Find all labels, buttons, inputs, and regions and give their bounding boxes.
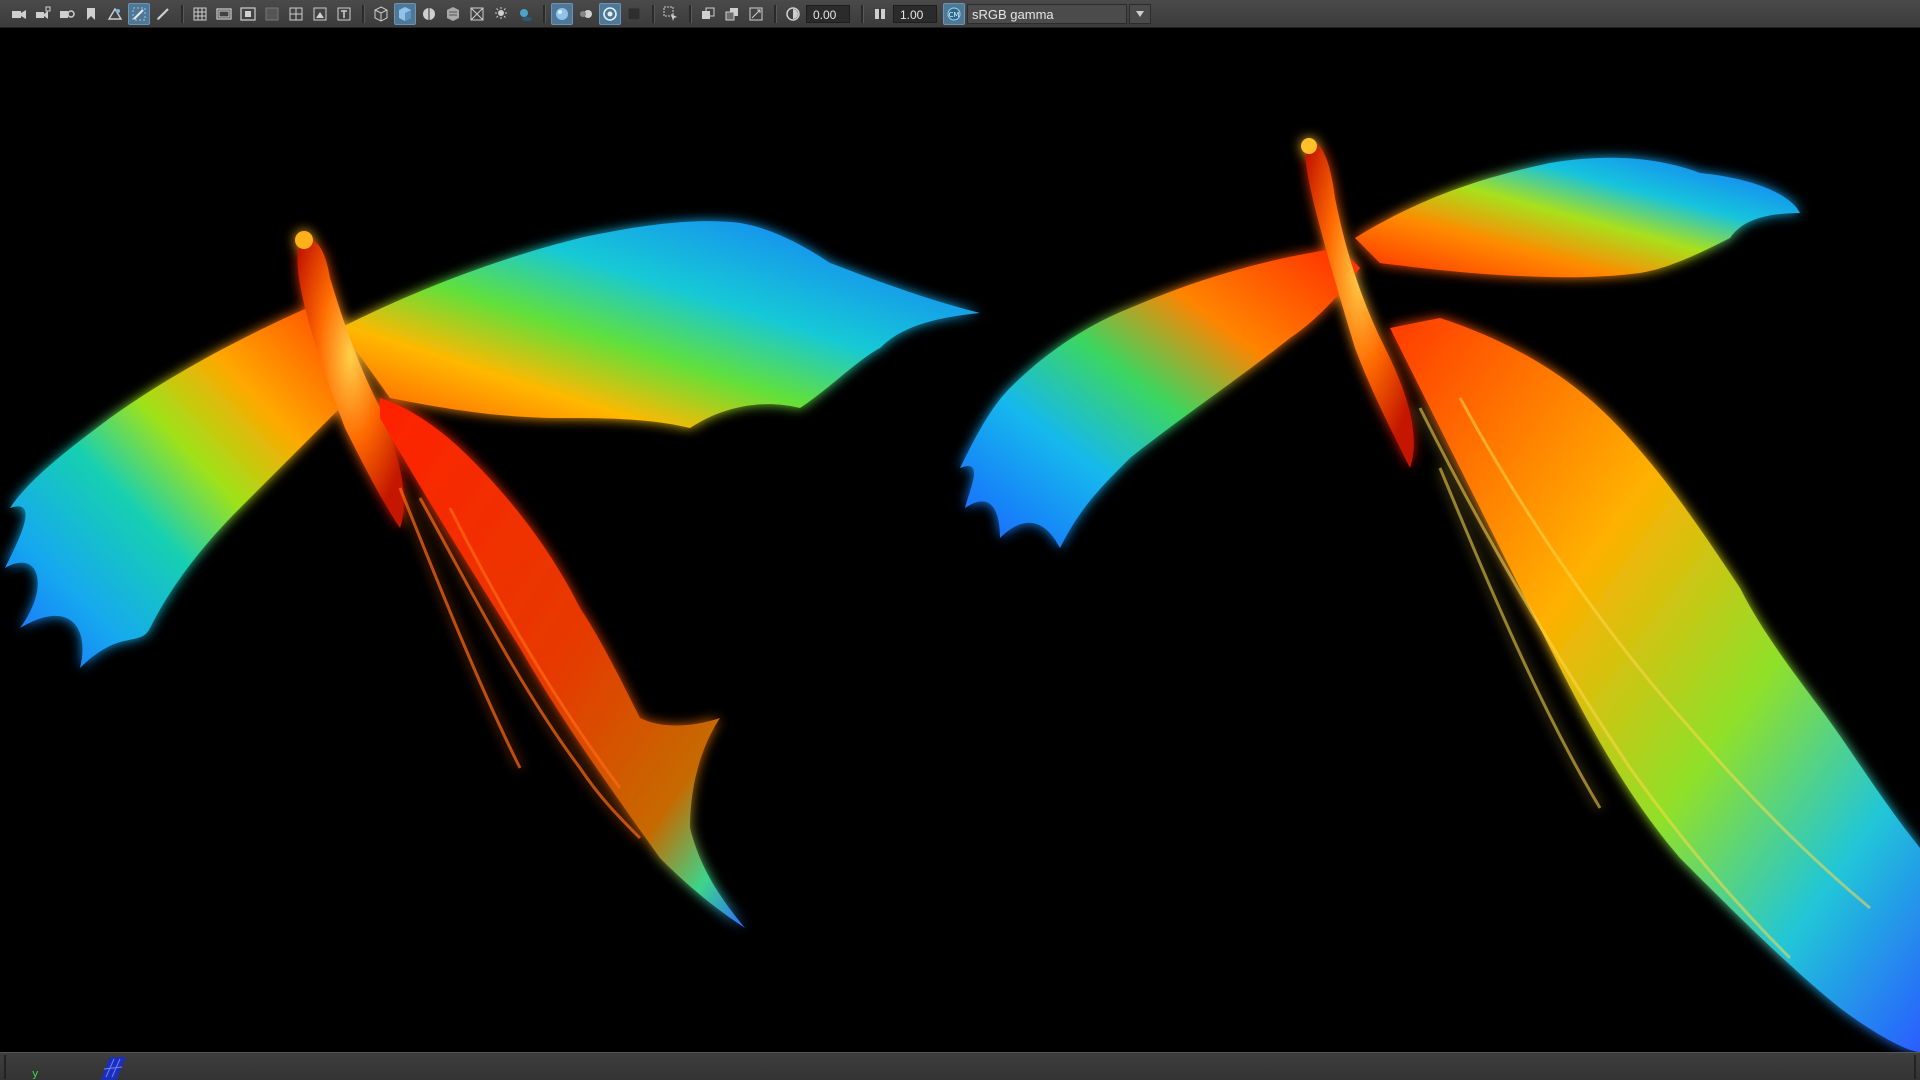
- camera-icon[interactable]: [8, 3, 30, 25]
- divider: [4, 1055, 6, 1079]
- bookmark-icon[interactable]: [80, 3, 102, 25]
- phoenix-right-wing-right: [1355, 157, 1800, 278]
- textured-icon[interactable]: [442, 3, 464, 25]
- shaded-wireframe-icon[interactable]: [418, 3, 440, 25]
- svg-text:CM: CM: [949, 11, 960, 19]
- camera-lock-icon[interactable]: [32, 3, 54, 25]
- wireframe-icon[interactable]: [370, 3, 392, 25]
- view-cube-icon[interactable]: [96, 1053, 130, 1080]
- phoenix-right-wing-left: [960, 248, 1360, 548]
- axis-y-label: y: [32, 1067, 39, 1080]
- camera-attributes-icon[interactable]: [56, 3, 78, 25]
- lighting-icon[interactable]: [490, 3, 512, 25]
- toolbar-separator: [689, 4, 692, 23]
- grease-pencil-icon[interactable]: [128, 2, 150, 25]
- toolbar-separator: [362, 4, 365, 23]
- phoenix-left-wing-right: [340, 221, 980, 428]
- toolbar-separator: [861, 4, 864, 23]
- resolution-gate-icon[interactable]: [237, 3, 259, 25]
- xray-active-icon[interactable]: [721, 3, 743, 25]
- render-canvas: [5, 138, 1920, 1052]
- gamma-icon[interactable]: [869, 3, 891, 25]
- phoenix-right: [960, 138, 1920, 1052]
- xray-icon[interactable]: [466, 3, 488, 25]
- toolbar-separator: [543, 4, 546, 23]
- smooth-shade-icon[interactable]: [394, 2, 416, 25]
- gamma-field[interactable]: 1.00: [893, 4, 937, 23]
- viewport-toolbar: 0.00 1.00 CM sRGB gamma: [0, 0, 1920, 28]
- isolate-select-icon[interactable]: [660, 3, 682, 25]
- depth-of-field-icon[interactable]: [623, 3, 645, 25]
- divider: [1914, 1055, 1916, 1079]
- maya-viewport-window: 0.00 1.00 CM sRGB gamma y: [0, 0, 1920, 1080]
- safe-title-icon[interactable]: [333, 3, 355, 25]
- toolbar-separator: [181, 4, 184, 23]
- image-plane-icon[interactable]: [104, 3, 126, 25]
- field-chart-icon[interactable]: [285, 3, 307, 25]
- phoenix-left-wing-left: [5, 298, 360, 668]
- motion-blur-icon[interactable]: [575, 3, 597, 25]
- viewport-bottom-bar: y: [0, 1052, 1920, 1080]
- color-space-select[interactable]: sRGB gamma: [967, 3, 1127, 24]
- backface-icon[interactable]: [745, 3, 767, 25]
- shadows-icon[interactable]: [514, 3, 536, 25]
- grid-icon[interactable]: [189, 3, 211, 25]
- gate-mask-icon[interactable]: [261, 3, 283, 25]
- color-management-icon[interactable]: CM: [943, 2, 965, 25]
- phoenix-right-tail: [1390, 318, 1920, 1052]
- phoenix-right-head: [1301, 138, 1317, 154]
- ambient-occlusion-icon[interactable]: [551, 2, 573, 25]
- exposure-field[interactable]: 0.00: [806, 4, 850, 23]
- film-gate-icon[interactable]: [213, 3, 235, 25]
- phoenix-left-tail: [380, 398, 745, 928]
- pencil-icon[interactable]: [152, 3, 174, 25]
- anti-alias-icon[interactable]: [599, 2, 621, 25]
- chevron-down-icon[interactable]: [1129, 3, 1151, 24]
- 3d-viewport[interactable]: [0, 28, 1920, 1052]
- safe-action-icon[interactable]: [309, 3, 331, 25]
- phoenix-left: [5, 221, 980, 928]
- toolbar-separator: [652, 4, 655, 23]
- xray-joints-icon[interactable]: [697, 3, 719, 25]
- toolbar-separator: [774, 4, 777, 23]
- exposure-icon[interactable]: [782, 3, 804, 25]
- phoenix-left-head: [295, 231, 313, 249]
